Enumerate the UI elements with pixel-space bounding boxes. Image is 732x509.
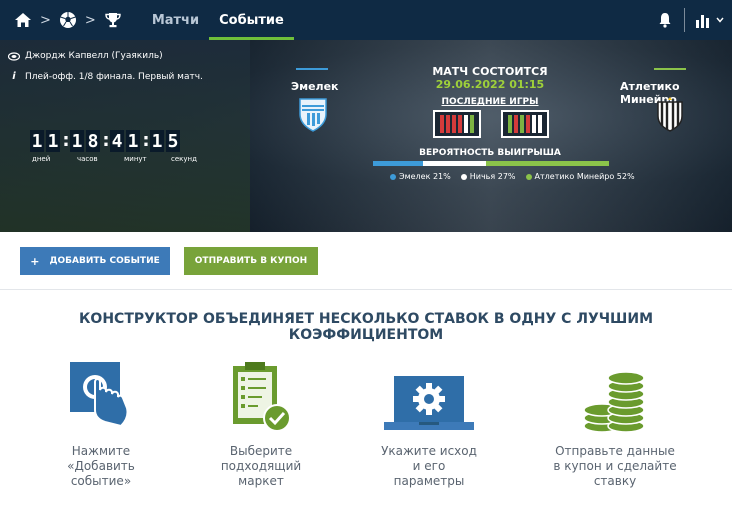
last-games-label[interactable]: ПОСЛЕДНИЕ ИГРЫ xyxy=(442,97,539,107)
chevron-right-icon: > xyxy=(84,12,96,28)
countdown-digit: 1 xyxy=(126,130,140,152)
chevron-right-icon: > xyxy=(40,12,51,28)
home-team-accent xyxy=(296,68,328,70)
legend-away: Атлетико Минейро 52% xyxy=(525,172,635,181)
match-status-title: МАТЧ СОСТОИТСЯ xyxy=(432,65,548,78)
breadcrumb: > > xyxy=(14,0,122,40)
countdown-digit: 4 xyxy=(110,130,124,152)
home-team-crest-icon[interactable] xyxy=(297,96,329,136)
win-probability-bar xyxy=(373,161,609,166)
legend-home: Эмелек 21% xyxy=(390,172,451,181)
step-add-event: Нажмите «Добавить событие» xyxy=(26,360,176,489)
divider xyxy=(684,8,685,32)
home-form-box[interactable] xyxy=(433,110,481,138)
win-probability-title: ВЕРОЯТНОСТЬ ВЫИГРЫША xyxy=(419,148,561,158)
countdown-digit: 8 xyxy=(86,130,100,152)
away-form-box[interactable] xyxy=(501,110,549,138)
form-result-mark xyxy=(520,115,524,133)
countdown-separator: : xyxy=(62,130,70,151)
match-date: 29.06.2022 01:15 xyxy=(435,78,545,91)
countdown-timer: 1 1 : 1 8 : 4 1 : 1 5 xyxy=(30,130,182,152)
form-result-mark xyxy=(526,115,530,133)
tab-matches[interactable]: Матчи xyxy=(142,0,209,40)
chevron-down-icon[interactable] xyxy=(716,17,724,23)
win-probability-legend: Эмелек 21% Ничья 27% Атлетико Минейро 52… xyxy=(390,172,635,181)
countdown-separator: : xyxy=(142,130,150,151)
legend-draw: Ничья 27% xyxy=(460,172,516,181)
constructor-section: КОНСТРУКТОР ОБЪЕДИНЯЕТ НЕСКОЛЬКО СТАВОК … xyxy=(0,290,732,509)
constructor-title: КОНСТРУКТОР ОБЪЕДИНЯЕТ НЕСКОЛЬКО СТАВОК … xyxy=(78,311,654,343)
form-result-mark xyxy=(440,115,444,133)
form-result-mark xyxy=(464,115,468,133)
countdown-label-minutes: минут xyxy=(124,155,147,163)
step-set-outcome: Укажите исход и его параметры xyxy=(354,360,504,489)
laptop-gear-icon xyxy=(354,360,504,434)
countdown-digit: 1 xyxy=(46,130,60,152)
countdown-label-hours: часов xyxy=(77,155,98,163)
tap-button-icon xyxy=(26,360,176,434)
countdown-label-days: дней xyxy=(32,155,51,163)
plus-icon: + xyxy=(30,254,40,268)
trophy-icon[interactable] xyxy=(104,11,122,29)
countdown-label-seconds: секунд xyxy=(171,155,197,163)
send-to-coupon-button[interactable]: ОТПРАВИТЬ В КУПОН xyxy=(184,247,318,275)
venue-label: Джордж Капвелл (Гуаякиль) xyxy=(25,51,163,61)
countdown-digit: 1 xyxy=(30,130,44,152)
form-result-mark xyxy=(470,115,474,133)
bell-icon[interactable] xyxy=(658,12,672,28)
probability-segment xyxy=(422,161,487,166)
coins-stack-icon xyxy=(540,360,690,434)
countdown-separator: : xyxy=(102,130,110,151)
match-info: МАТЧ СОСТОИТСЯ 29.06.2022 01:15 ПОСЛЕДНИ… xyxy=(370,40,610,232)
step-text: Отправьте данные в купон и сделайте став… xyxy=(553,444,677,488)
add-event-label: ДОБАВИТЬ СОБЫТИЕ xyxy=(49,256,160,266)
step-text: Укажите исход и его параметры xyxy=(381,444,477,488)
stats-chart-icon[interactable] xyxy=(695,12,713,28)
away-team-crest-icon[interactable] xyxy=(656,96,684,136)
action-bar: + ДОБАВИТЬ СОБЫТИЕ ОТПРАВИТЬ В КУПОН xyxy=(0,232,732,290)
last-games-header: ПОСЛЕДНИЕ ИГРЫ xyxy=(370,97,610,107)
form-result-mark xyxy=(538,115,542,133)
away-team-accent xyxy=(654,68,686,70)
stage: i Плей-офф. 1/8 финала. Первый матч. xyxy=(8,71,203,82)
form-result-mark xyxy=(452,115,456,133)
step-text: Нажмите «Добавить событие» xyxy=(67,444,135,488)
step-send-coupon: Отправьте данные в купон и сделайте став… xyxy=(540,360,690,489)
stage-label: Плей-офф. 1/8 финала. Первый матч. xyxy=(25,71,203,82)
home-team-name[interactable]: Эмелек xyxy=(291,80,339,93)
countdown-digit: 1 xyxy=(70,130,84,152)
match-hero: Джордж Капвелл (Гуаякиль) i Плей-офф. 1/… xyxy=(0,40,732,232)
top-nav-bar: > > Матчи Событие xyxy=(0,0,732,40)
soccer-ball-icon[interactable] xyxy=(59,11,77,29)
tab-event[interactable]: Событие xyxy=(209,0,294,40)
stadium-icon xyxy=(8,51,20,61)
add-event-button[interactable]: + ДОБАВИТЬ СОБЫТИЕ xyxy=(20,247,170,275)
countdown-digit: 5 xyxy=(166,130,180,152)
home-icon[interactable] xyxy=(14,12,32,28)
form-result-mark xyxy=(446,115,450,133)
probability-segment xyxy=(486,161,609,166)
step-choose-market: Выберите подходящий маркет xyxy=(186,360,336,489)
checklist-icon xyxy=(186,360,336,434)
venue: Джордж Капвелл (Гуаякиль) xyxy=(8,51,163,61)
form-result-mark xyxy=(514,115,518,133)
countdown-labels: дней часов минут секунд xyxy=(30,155,220,167)
form-result-mark xyxy=(532,115,536,133)
form-result-mark xyxy=(458,115,462,133)
countdown-digit: 1 xyxy=(150,130,164,152)
form-result-mark xyxy=(508,115,512,133)
probability-segment xyxy=(373,161,423,166)
step-text: Выберите подходящий маркет xyxy=(220,444,302,488)
info-icon: i xyxy=(12,71,16,82)
